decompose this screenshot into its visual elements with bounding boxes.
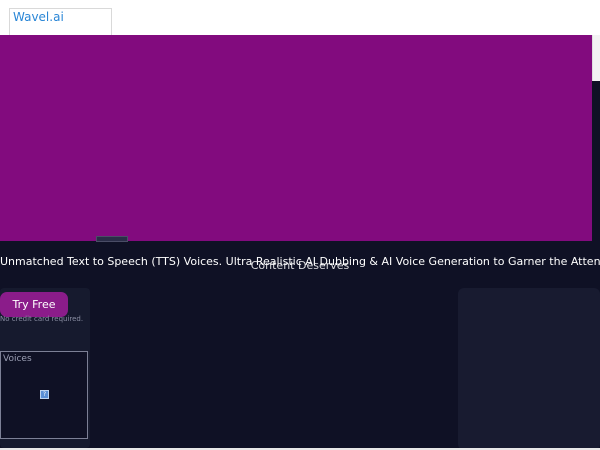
try-free-button[interactable]: Try Free xyxy=(0,292,68,317)
logo-link[interactable]: Wavel.ai xyxy=(9,8,112,38)
overlay-tab xyxy=(96,236,128,242)
no-credit-card-note: No credit card required. xyxy=(0,315,84,323)
page: Wavel.ai Unmatched Text to Speech (TTS) … xyxy=(0,0,600,450)
voices-panel[interactable]: Voices ? xyxy=(0,351,88,439)
image-placeholder-icon: ? xyxy=(40,390,49,399)
hero-tagline-continuation: Content Deserves xyxy=(250,259,350,272)
voices-label: Voices xyxy=(3,354,32,364)
scroll-strip xyxy=(592,35,600,81)
purple-overlay-block xyxy=(0,35,592,241)
right-card xyxy=(458,288,600,450)
